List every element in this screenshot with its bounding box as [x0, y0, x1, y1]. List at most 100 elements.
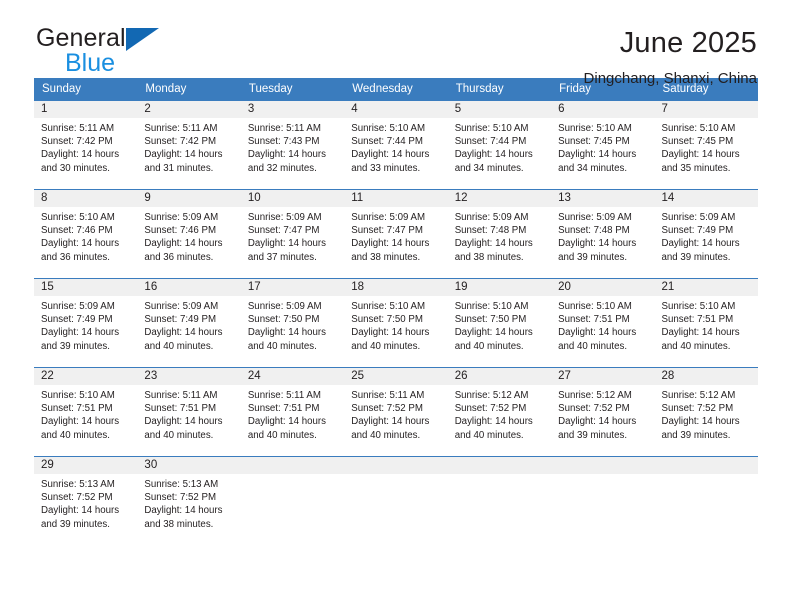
day-details: Sunrise: 5:10 AM Sunset: 7:45 PM Daylight:…: [551, 118, 654, 175]
calendar-day-cell[interactable]: 15 Sunrise: 5:09 AM Sunset: 7:49 PM Dayligh…: [34, 278, 138, 368]
calendar-day-cell[interactable]: 2 Sunrise: 5:11 AM Sunset: 7:42 PM Daylight…: [137, 100, 241, 190]
sunrise-text: Sunrise: 5:10 AM: [351, 301, 426, 312]
sunrise-text: Sunrise: 5:09 AM: [41, 301, 115, 312]
calendar-day-cell[interactable]: 4 Sunrise: 5:10 AM Sunset: 7:44 PM Daylight…: [344, 100, 448, 190]
daylight-text-line1: Daylight: 14 hours: [558, 238, 637, 250]
day-details: Sunrise: 5:09 AM Sunset: 7:49 PM Daylight:…: [34, 296, 137, 353]
calendar-day-cell[interactable]: 27 Sunrise: 5:12 AM Sunset: 7:52 PM Dayligh…: [551, 367, 655, 457]
day-number: 3: [240, 101, 345, 118]
sunset-text: Sunset: 7:44 PM: [454, 136, 527, 148]
daylight-text-line1: Daylight: 14 hours: [247, 149, 326, 161]
calendar-day-cell[interactable]: 21 Sunrise: 5:10 AM Sunset: 7:51 PM Dayligh…: [654, 278, 758, 368]
daylight-text-line2: and 39 minutes.: [661, 251, 731, 263]
calendar-day-cell[interactable]: 30 Sunrise: 5:13 AM Sunset: 7:52 PM Dayligh…: [137, 456, 241, 546]
day-number: 20: [551, 279, 655, 296]
daylight-text-line1: Daylight: 14 hours: [351, 327, 430, 339]
calendar-week-row: 8 Sunrise: 5:10 AM Sunset: 7:46 PM Daylight…: [34, 189, 758, 279]
day-number: 16: [137, 279, 241, 296]
calendar-day-cell[interactable]: 10 Sunrise: 5:09 AM Sunset: 7:47 PM Dayligh…: [240, 189, 345, 279]
calendar-day-cell[interactable]: 9 Sunrise: 5:09 AM Sunset: 7:46 PM Daylight…: [137, 189, 241, 279]
day-details: [344, 474, 447, 478]
calendar-day-cell[interactable]: 16 Sunrise: 5:09 AM Sunset: 7:49 PM Dayligh…: [137, 278, 241, 368]
calendar-day-cell[interactable]: 23 Sunrise: 5:11 AM Sunset: 7:51 PM Dayligh…: [137, 367, 241, 457]
sunrise-text: Sunrise: 5:09 AM: [351, 212, 426, 223]
calendar-day-cell[interactable]: 17 Sunrise: 5:09 AM Sunset: 7:50 PM Dayligh…: [240, 278, 345, 368]
calendar-day-cell[interactable]: 20 Sunrise: 5:10 AM Sunset: 7:51 PM Dayligh…: [551, 278, 655, 368]
sunset-text: Sunset: 7:52 PM: [41, 492, 113, 504]
generalblue-logo[interactable]: General Blue: [33, 26, 183, 76]
calendar-day-cell[interactable]: 12 Sunrise: 5:09 AM Sunset: 7:48 PM Dayligh…: [447, 189, 552, 279]
sunrise-text: Sunrise: 5:10 AM: [454, 301, 529, 312]
day-number: 5: [447, 101, 552, 118]
sunrise-text: Sunrise: 5:10 AM: [558, 301, 632, 312]
day-details: [655, 474, 758, 478]
sunset-text: Sunset: 7:52 PM: [351, 403, 423, 415]
calendar-body: 1 Sunrise: 5:11 AM Sunset: 7:42 PM Daylight…: [34, 100, 758, 546]
page-header: General Blue June 2025 Dingchang, Shanxi…: [0, 0, 792, 87]
daylight-text-line1: Daylight: 14 hours: [41, 416, 120, 428]
calendar-day-cell[interactable]: 19 Sunrise: 5:10 AM Sunset: 7:50 PM Dayligh…: [447, 278, 552, 368]
sunset-text: Sunset: 7:51 PM: [661, 314, 734, 326]
calendar-day-cell[interactable]: 18 Sunrise: 5:10 AM Sunset: 7:50 PM Dayligh…: [344, 278, 448, 368]
sunrise-text: Sunrise: 5:10 AM: [661, 301, 736, 312]
daylight-text-line1: Daylight: 14 hours: [144, 416, 223, 428]
calendar-day-cell[interactable]: 13 Sunrise: 5:09 AM Sunset: 7:48 PM Dayligh…: [551, 189, 655, 279]
sunrise-text: Sunrise: 5:09 AM: [661, 212, 736, 223]
calendar-day-cell-empty: [344, 456, 448, 546]
day-number: 8: [34, 190, 138, 207]
day-details: Sunrise: 5:10 AM Sunset: 7:50 PM Daylight:…: [344, 296, 447, 353]
calendar-day-cell[interactable]: 22 Sunrise: 5:10 AM Sunset: 7:51 PM Dayligh…: [34, 367, 138, 457]
sunset-text: Sunset: 7:46 PM: [144, 225, 217, 237]
logo-text-blue: Blue: [65, 49, 116, 77]
sunset-text: Sunset: 7:52 PM: [454, 403, 527, 415]
calendar-day-cell[interactable]: 7 Sunrise: 5:10 AM Sunset: 7:45 PM Daylight…: [654, 100, 758, 190]
sunset-text: Sunset: 7:52 PM: [144, 492, 217, 504]
weekday-header-thursday: Thursday: [447, 78, 552, 101]
day-number: [551, 457, 655, 474]
daylight-text-line2: and 40 minutes.: [351, 340, 421, 352]
calendar-day-cell[interactable]: 5 Sunrise: 5:10 AM Sunset: 7:44 PM Daylight…: [447, 100, 552, 190]
calendar-day-cell[interactable]: 3 Sunrise: 5:11 AM Sunset: 7:43 PM Daylight…: [240, 100, 345, 190]
daylight-text-line1: Daylight: 14 hours: [41, 505, 120, 517]
calendar-day-cell[interactable]: 14 Sunrise: 5:09 AM Sunset: 7:49 PM Dayligh…: [654, 189, 758, 279]
day-number: 21: [654, 279, 758, 296]
logo-triangle-icon: [126, 28, 159, 51]
page-title: June 2025: [619, 27, 757, 59]
daylight-text-line2: and 39 minutes.: [661, 429, 731, 441]
daylight-text-line1: Daylight: 14 hours: [247, 416, 326, 428]
sunset-text: Sunset: 7:47 PM: [247, 225, 320, 237]
daylight-text-line1: Daylight: 14 hours: [247, 238, 326, 250]
day-details: Sunrise: 5:12 AM Sunset: 7:52 PM Daylight:…: [655, 385, 758, 442]
sunset-text: Sunset: 7:42 PM: [144, 136, 217, 148]
day-details: Sunrise: 5:09 AM Sunset: 7:48 PM Daylight:…: [448, 207, 551, 264]
daylight-text-line1: Daylight: 14 hours: [144, 505, 223, 517]
day-number: [240, 457, 345, 474]
calendar-day-cell[interactable]: 26 Sunrise: 5:12 AM Sunset: 7:52 PM Dayligh…: [447, 367, 552, 457]
calendar-day-cell[interactable]: 11 Sunrise: 5:09 AM Sunset: 7:47 PM Dayligh…: [344, 189, 448, 279]
sunrise-text: Sunrise: 5:10 AM: [661, 123, 736, 134]
daylight-text-line2: and 34 minutes.: [454, 162, 524, 174]
daylight-text-line1: Daylight: 14 hours: [247, 327, 326, 339]
day-number: 22: [34, 368, 138, 385]
day-details: Sunrise: 5:10 AM Sunset: 7:51 PM Daylight:…: [551, 296, 654, 353]
calendar-day-cell[interactable]: 24 Sunrise: 5:11 AM Sunset: 7:51 PM Dayligh…: [240, 367, 345, 457]
sunrise-text: Sunrise: 5:10 AM: [41, 390, 115, 401]
sunset-text: Sunset: 7:44 PM: [351, 136, 423, 148]
day-details: Sunrise: 5:11 AM Sunset: 7:43 PM Daylight:…: [241, 118, 344, 175]
calendar-day-cell[interactable]: 25 Sunrise: 5:11 AM Sunset: 7:52 PM Dayligh…: [344, 367, 448, 457]
calendar-day-cell[interactable]: 28 Sunrise: 5:12 AM Sunset: 7:52 PM Dayligh…: [654, 367, 758, 457]
day-number: 30: [137, 457, 241, 474]
sunset-text: Sunset: 7:43 PM: [247, 136, 320, 148]
calendar-day-cell[interactable]: 8 Sunrise: 5:10 AM Sunset: 7:46 PM Daylight…: [34, 189, 138, 279]
calendar-day-cell[interactable]: 1 Sunrise: 5:11 AM Sunset: 7:42 PM Daylight…: [34, 100, 138, 190]
daylight-text-line2: and 38 minutes.: [351, 251, 421, 263]
day-number: 28: [654, 368, 758, 385]
day-details: Sunrise: 5:10 AM Sunset: 7:44 PM Daylight:…: [344, 118, 447, 175]
calendar-day-cell[interactable]: 6 Sunrise: 5:10 AM Sunset: 7:45 PM Daylight…: [551, 100, 655, 190]
daylight-text-line1: Daylight: 14 hours: [558, 327, 637, 339]
sunset-text: Sunset: 7:51 PM: [558, 314, 630, 326]
sunrise-text: Sunrise: 5:11 AM: [247, 390, 321, 401]
calendar-day-cell[interactable]: 29 Sunrise: 5:13 AM Sunset: 7:52 PM Dayligh…: [34, 456, 138, 546]
daylight-text-line1: Daylight: 14 hours: [661, 149, 740, 161]
daylight-text-line2: and 38 minutes.: [454, 251, 524, 263]
